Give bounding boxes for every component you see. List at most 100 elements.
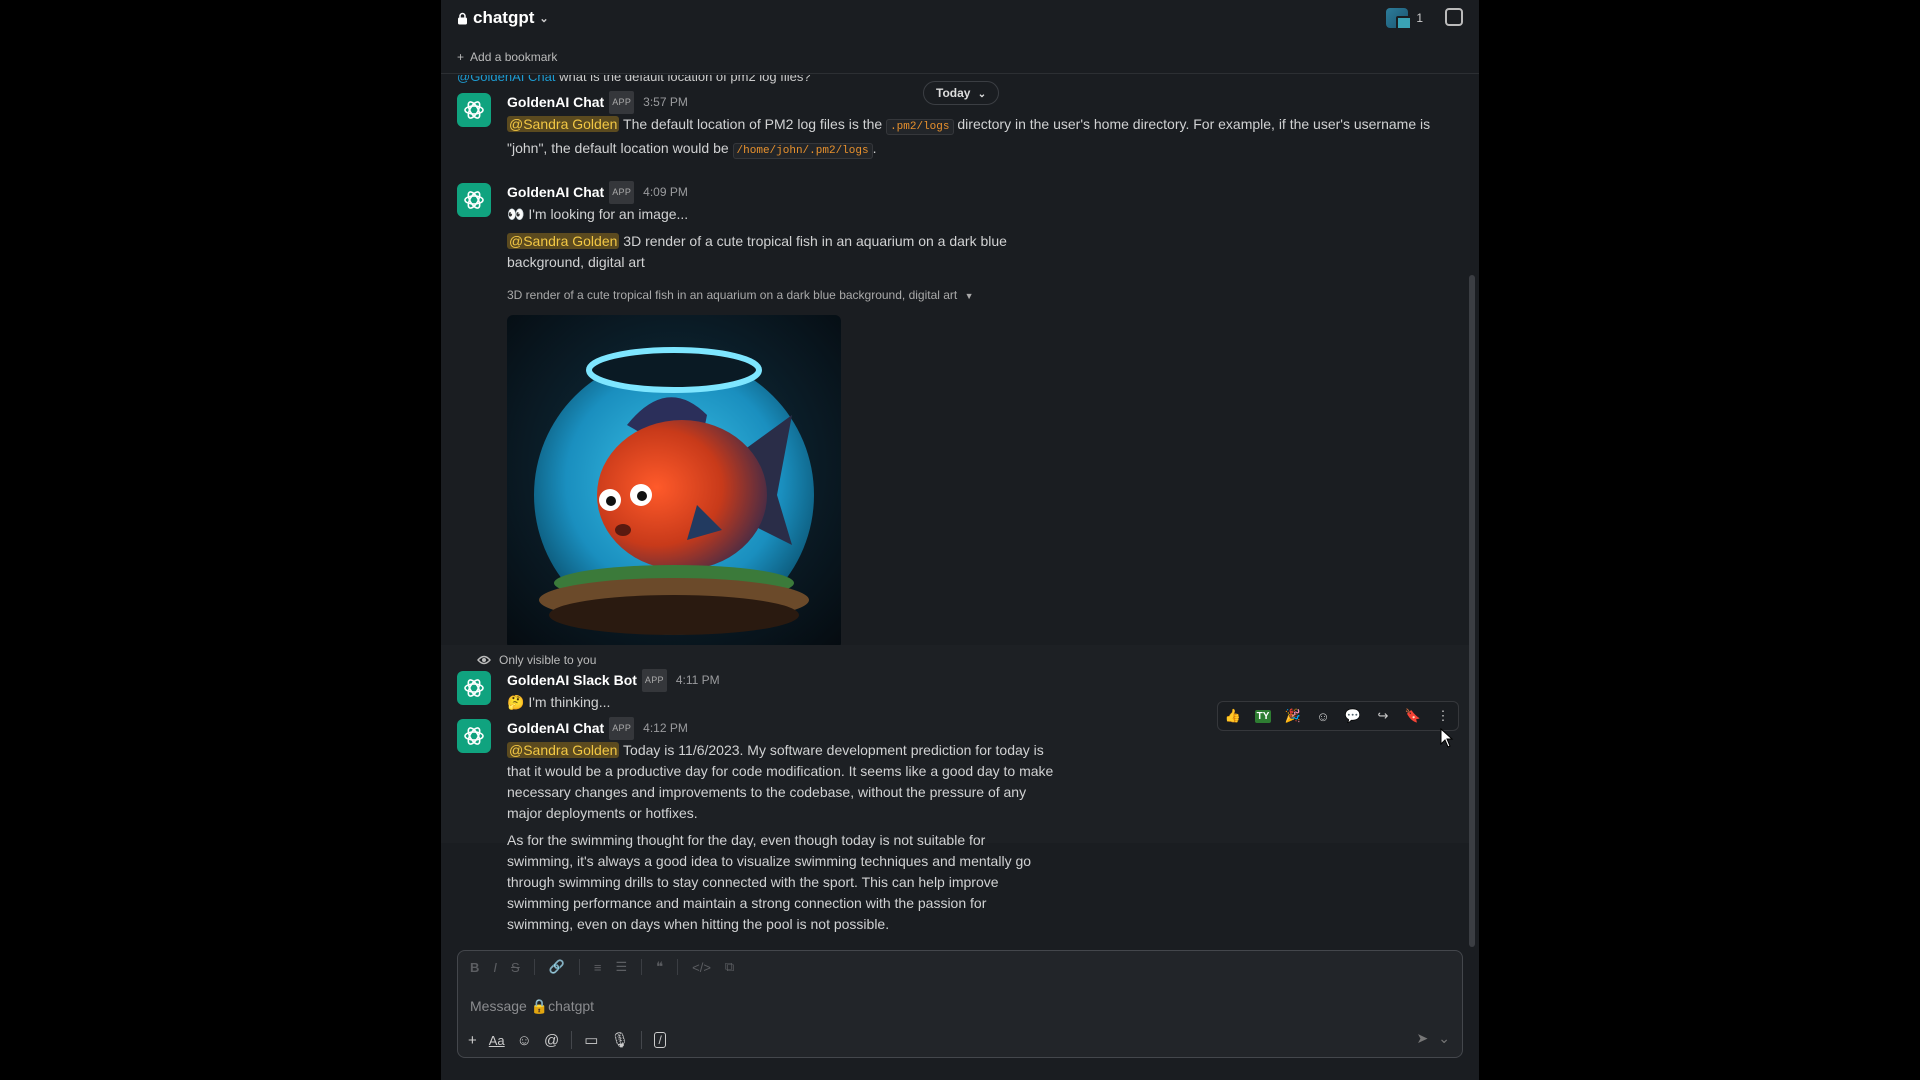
timestamp[interactable]: 4:09 PM bbox=[643, 182, 688, 203]
mention-link[interactable]: @GoldenAI Chat bbox=[457, 75, 555, 84]
reply-thread-icon[interactable]: 💬 bbox=[1344, 707, 1362, 725]
message-text: @Sandra Golden The default location of P… bbox=[507, 114, 1457, 162]
attachment-title-button[interactable]: 3D render of a cute tropical fish in an … bbox=[507, 285, 1457, 307]
message-text-part: The default location of PM2 log files is… bbox=[623, 116, 883, 132]
sender-name[interactable]: GoldenAI Chat bbox=[507, 182, 604, 203]
message-text: 👀 I'm looking for an image... bbox=[507, 204, 1457, 225]
members-button[interactable]: 1 bbox=[1386, 8, 1423, 30]
forward-icon[interactable]: ↪ bbox=[1374, 707, 1392, 725]
microphone-icon[interactable]: 🎙 bbox=[610, 1031, 629, 1049]
sender-name[interactable]: GoldenAI Chat bbox=[507, 718, 604, 739]
user-mention[interactable]: @Sandra Golden bbox=[507, 116, 620, 132]
openai-logo-icon bbox=[464, 101, 484, 119]
sender-name[interactable]: GoldenAI Chat bbox=[507, 92, 604, 113]
message-input[interactable] bbox=[470, 995, 1430, 1017]
fish-bowl-illustration bbox=[534, 347, 814, 635]
plus-icon[interactable]: + bbox=[468, 1032, 477, 1049]
bot-avatar[interactable] bbox=[457, 183, 491, 217]
bookmark-bar: + Add a bookmark bbox=[441, 44, 1479, 74]
link-icon[interactable]: 🔗 bbox=[549, 959, 565, 975]
openai-logo-icon bbox=[464, 727, 484, 745]
text-formatting-icon[interactable]: Aa bbox=[489, 1033, 505, 1048]
app-badge: APP bbox=[609, 181, 635, 204]
divider bbox=[641, 1031, 643, 1049]
message-item: GoldenAI Chat APP 4:12 PM @Sandra Golden… bbox=[457, 717, 1457, 933]
chevron-down-icon: ⌄ bbox=[539, 12, 549, 25]
eyes-emoji-icon: 👀 bbox=[507, 206, 525, 222]
ordered-list-icon[interactable]: ≡ bbox=[594, 960, 602, 975]
truncated-message-text: what is the default location of pm2 log … bbox=[559, 75, 811, 84]
bookmark-icon[interactable]: 🔖 bbox=[1404, 707, 1422, 725]
send-group: ➤ ⌄ bbox=[1417, 1030, 1450, 1047]
openai-logo-icon bbox=[464, 679, 484, 697]
bot-avatar[interactable] bbox=[457, 671, 491, 705]
bot-avatar[interactable] bbox=[457, 93, 491, 127]
member-count: 1 bbox=[1416, 11, 1423, 25]
message-item: GoldenAI Chat APP 4:09 PM 👀 I'm looking … bbox=[457, 181, 1457, 649]
sender-name[interactable]: GoldenAI Slack Bot bbox=[507, 670, 637, 691]
channel-title-button[interactable]: chatgpt ⌄ bbox=[457, 8, 549, 28]
composer-actions: + Aa ☺ @ ▭ 🎙 / bbox=[468, 1031, 666, 1049]
blockquote-icon[interactable]: ❝ bbox=[656, 959, 663, 975]
timestamp[interactable]: 4:12 PM bbox=[643, 718, 688, 739]
video-clip-icon[interactable]: ▭ bbox=[584, 1031, 598, 1049]
eye-icon bbox=[477, 655, 491, 665]
message-text: @Sandra Golden Today is 11/6/2023. My so… bbox=[507, 740, 1055, 824]
app-badge: APP bbox=[609, 91, 635, 114]
code-block-icon[interactable]: ⧉ bbox=[725, 959, 734, 975]
app-badge: APP bbox=[641, 669, 667, 692]
visibility-note-text: Only visible to you bbox=[499, 653, 597, 667]
channel-name: chatgpt bbox=[473, 8, 535, 27]
send-options-chevron-icon[interactable]: ⌄ bbox=[1438, 1030, 1450, 1047]
italic-icon[interactable]: I bbox=[493, 960, 497, 975]
ty-emoji-icon[interactable]: TY bbox=[1254, 707, 1272, 725]
slack-channel-window: chatgpt ⌄ 1 + Add a bookmark @GoldenAI C… bbox=[441, 0, 1479, 1080]
timestamp[interactable]: 4:11 PM bbox=[676, 670, 720, 691]
bold-icon[interactable]: B bbox=[470, 960, 479, 975]
message-text-part: . bbox=[872, 140, 877, 156]
divider bbox=[641, 959, 643, 975]
bulleted-list-icon[interactable]: ☰ bbox=[615, 959, 627, 975]
channel-header: chatgpt ⌄ 1 bbox=[441, 0, 1479, 36]
slash-command-icon[interactable]: / bbox=[654, 1032, 666, 1048]
divider bbox=[578, 959, 580, 975]
message-list[interactable]: @GoldenAI Chat what is the default locat… bbox=[441, 75, 1479, 933]
user-mention[interactable]: @Sandra Golden bbox=[507, 742, 620, 758]
mention-icon[interactable]: @ bbox=[544, 1032, 559, 1049]
timestamp[interactable]: 3:57 PM bbox=[643, 92, 688, 113]
more-actions-icon[interactable]: ⋮ bbox=[1434, 707, 1452, 725]
code-icon[interactable]: </> bbox=[692, 960, 711, 975]
message-text: @Sandra Golden 3D render of a cute tropi… bbox=[507, 231, 1027, 273]
divider bbox=[677, 959, 679, 975]
lock-icon bbox=[458, 12, 467, 24]
scrollbar[interactable] bbox=[1469, 275, 1475, 947]
add-reaction-icon[interactable]: ☺ bbox=[1314, 707, 1332, 725]
member-avatar bbox=[1386, 8, 1413, 30]
inline-code: /home/john/.pm2/logs bbox=[732, 143, 873, 159]
message-item: GoldenAI Chat APP 3:57 PM @Sandra Golden… bbox=[457, 91, 1457, 162]
thinking-emoji-icon: 🤔 bbox=[507, 694, 525, 710]
attachment-title: 3D render of a cute tropical fish in an … bbox=[507, 288, 958, 302]
party-popper-icon[interactable]: 🎉 bbox=[1284, 707, 1302, 725]
user-mention[interactable]: @Sandra Golden bbox=[507, 233, 620, 249]
message-paragraph: As for the swimming thought for the day,… bbox=[507, 832, 1032, 932]
add-bookmark-button[interactable]: + Add a bookmark bbox=[457, 50, 557, 64]
formatting-toolbar: B I S 🔗 ≡ ☰ ❝ </> ⧉ bbox=[470, 959, 734, 975]
thumbs-up-icon[interactable]: 👍 bbox=[1224, 707, 1242, 725]
app-badge: APP bbox=[609, 717, 635, 740]
caret-down-icon: ▼ bbox=[964, 291, 974, 301]
inline-code: .pm2/logs bbox=[886, 119, 954, 135]
divider bbox=[571, 1031, 573, 1049]
add-bookmark-label: Add a bookmark bbox=[470, 50, 558, 64]
emoji-icon[interactable]: ☺ bbox=[517, 1032, 532, 1049]
message-text-part: I'm looking for an image... bbox=[528, 206, 689, 222]
divider bbox=[533, 959, 535, 975]
message-text-part: I'm thinking... bbox=[528, 694, 611, 710]
generated-fish-image[interactable] bbox=[507, 315, 841, 649]
send-icon[interactable]: ➤ bbox=[1417, 1030, 1429, 1047]
huddle-icon[interactable] bbox=[1445, 8, 1463, 26]
strikethrough-icon[interactable]: S bbox=[511, 960, 520, 975]
plus-icon: + bbox=[457, 50, 465, 64]
message-composer: B I S 🔗 ≡ ☰ ❝ </> ⧉ + Aa ☺ @ ▭ 🎙 / bbox=[457, 950, 1463, 1058]
bot-avatar[interactable] bbox=[457, 719, 491, 753]
